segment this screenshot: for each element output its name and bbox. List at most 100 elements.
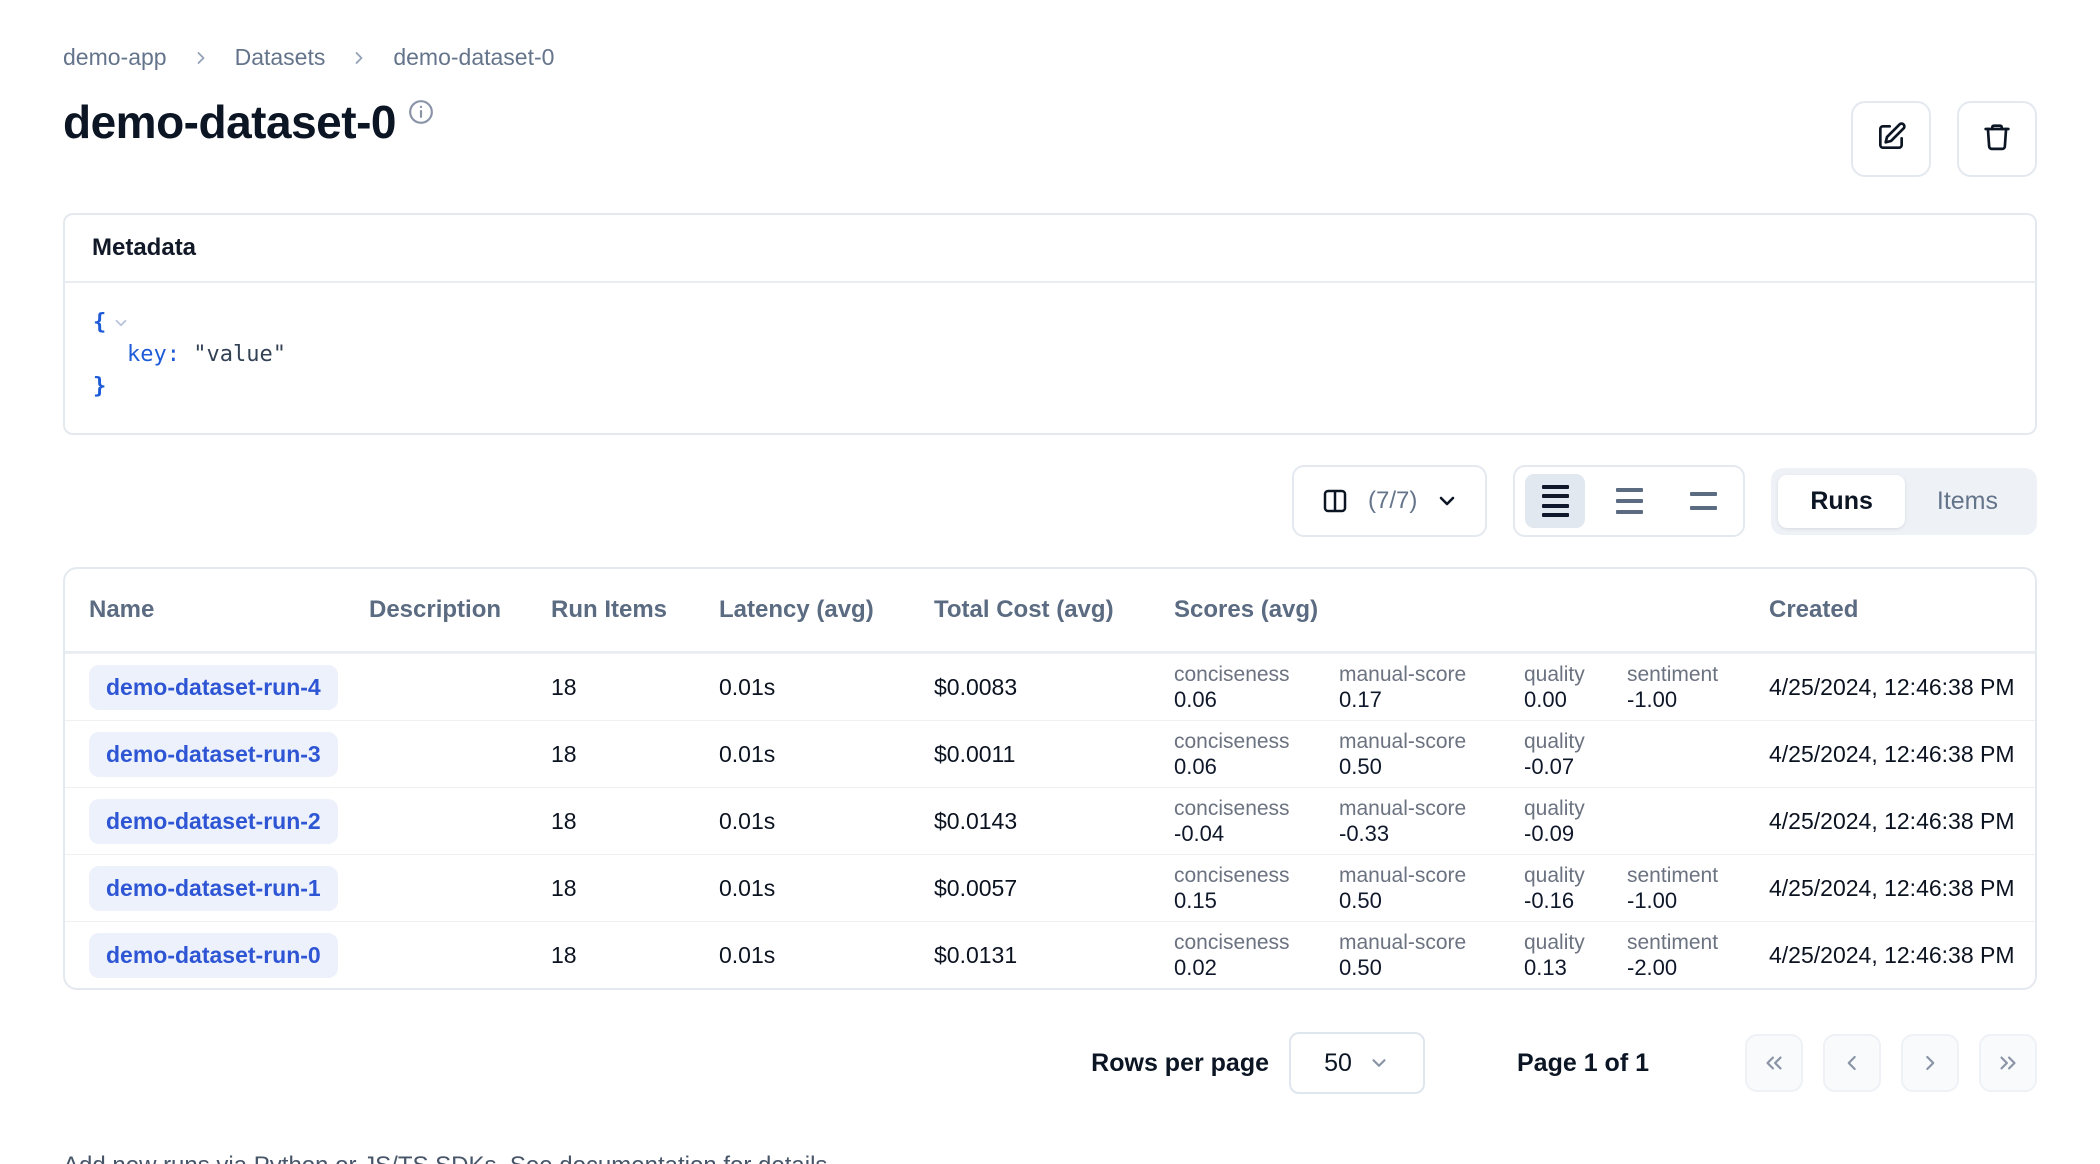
latency-cell: 0.01s xyxy=(719,741,934,768)
scores-cell: conciseness0.15 manual-score0.50 quality… xyxy=(1174,863,1769,914)
title-row: demo-dataset-0 xyxy=(63,97,2037,177)
total-cost-cell: $0.0131 xyxy=(934,942,1174,969)
documentation-link[interactable]: documentation xyxy=(559,1152,716,1164)
breadcrumb-project[interactable]: demo-app xyxy=(63,44,167,71)
table-header-row: Name Description Run Items Latency (avg)… xyxy=(65,569,2035,653)
table-toolbar: (7/7) Runs Items xyxy=(63,465,2037,537)
score-manual-score: manual-score0.50 xyxy=(1339,863,1524,914)
rows-per-page-label: Rows per page xyxy=(1091,1049,1269,1078)
previous-page-button[interactable] xyxy=(1823,1034,1881,1092)
run-link[interactable]: demo-dataset-run-2 xyxy=(89,799,338,844)
scores-cell: conciseness0.02 manual-score0.50 quality… xyxy=(1174,930,1769,981)
latency-cell: 0.01s xyxy=(719,674,934,701)
first-page-button[interactable] xyxy=(1745,1034,1803,1092)
row-height-toggle-group xyxy=(1513,465,1745,537)
sdk-hint-text: Add new runs via Python or JS/TS SDKs. S… xyxy=(63,1152,2037,1164)
rows-per-page-value: 50 xyxy=(1324,1049,1352,1078)
delete-dataset-button[interactable] xyxy=(1957,101,2037,177)
tab-runs[interactable]: Runs xyxy=(1778,475,1905,528)
chevron-right-icon xyxy=(1917,1050,1943,1076)
score-sentiment: sentiment-1.00 xyxy=(1627,863,1769,914)
row-height-medium-button[interactable] xyxy=(1599,474,1659,528)
column-header-created: Created xyxy=(1769,596,2035,624)
table-row: demo-dataset-run-3 18 0.01s $0.0011 conc… xyxy=(65,720,2035,787)
metadata-json-viewer: { key: "value" } xyxy=(65,283,2035,433)
json-open-brace: { xyxy=(93,307,106,339)
metadata-card-title: Metadata xyxy=(65,215,2035,283)
latency-cell: 0.01s xyxy=(719,808,934,835)
trash-icon xyxy=(1981,121,2013,158)
json-key: key: xyxy=(127,339,180,371)
latency-cell: 0.01s xyxy=(719,942,934,969)
score-sentiment: sentiment-2.00 xyxy=(1627,930,1769,981)
column-header-description: Description xyxy=(369,596,551,624)
column-header-scores: Scores (avg) xyxy=(1174,596,1769,624)
score-quality: quality-0.09 xyxy=(1524,796,1627,847)
score-manual-score: manual-score0.50 xyxy=(1339,930,1524,981)
run-items-cell: 18 xyxy=(551,808,719,835)
table-row: demo-dataset-run-4 18 0.01s $0.0083 conc… xyxy=(65,653,2035,720)
chevrons-right-icon xyxy=(1995,1050,2021,1076)
column-header-latency: Latency (avg) xyxy=(719,596,934,624)
rows-per-page-select[interactable]: 50 xyxy=(1289,1032,1425,1094)
info-icon[interactable] xyxy=(408,99,434,130)
created-cell: 4/25/2024, 12:46:38 PM xyxy=(1769,741,2015,767)
score-conciseness: conciseness-0.04 xyxy=(1174,796,1339,847)
run-items-cell: 18 xyxy=(551,875,719,902)
run-link[interactable]: demo-dataset-run-3 xyxy=(89,732,338,777)
score-quality: quality-0.16 xyxy=(1524,863,1627,914)
breadcrumb-datasets[interactable]: Datasets xyxy=(235,44,326,71)
edit-icon xyxy=(1875,121,1907,158)
runs-table: Name Description Run Items Latency (avg)… xyxy=(63,567,2037,990)
metadata-card: Metadata { key: "value" } xyxy=(63,213,2037,435)
chevrons-left-icon xyxy=(1761,1050,1787,1076)
pagination-bar: Rows per page 50 Page 1 of 1 xyxy=(63,1032,2037,1094)
collapse-chevron-icon[interactable] xyxy=(112,314,130,332)
chevron-down-icon xyxy=(1435,489,1459,513)
page-title: demo-dataset-0 xyxy=(63,97,396,148)
column-visibility-button[interactable]: (7/7) xyxy=(1292,465,1487,537)
latency-cell: 0.01s xyxy=(719,875,934,902)
score-manual-score: manual-score-0.33 xyxy=(1339,796,1524,847)
total-cost-cell: $0.0083 xyxy=(934,674,1174,701)
last-page-button[interactable] xyxy=(1979,1034,2037,1092)
breadcrumb-current[interactable]: demo-dataset-0 xyxy=(393,44,554,71)
runs-items-tabs: Runs Items xyxy=(1771,468,2037,535)
score-conciseness: conciseness0.06 xyxy=(1174,662,1339,713)
sdk-hint-before: Add new runs via Python or JS/TS SDKs. S… xyxy=(63,1152,559,1164)
row-height-medium-icon xyxy=(1616,485,1643,517)
chevron-left-icon xyxy=(1839,1050,1865,1076)
run-items-cell: 18 xyxy=(551,942,719,969)
column-header-name: Name xyxy=(65,596,369,624)
score-conciseness: conciseness0.06 xyxy=(1174,729,1339,780)
score-conciseness: conciseness0.15 xyxy=(1174,863,1339,914)
column-header-run-items: Run Items xyxy=(551,596,719,624)
dataset-detail-page: demo-app Datasets demo-dataset-0 demo-da… xyxy=(0,0,2100,1164)
row-height-small-button[interactable] xyxy=(1525,474,1585,528)
run-link[interactable]: demo-dataset-run-1 xyxy=(89,866,338,911)
columns-icon xyxy=(1320,486,1350,516)
score-quality: quality0.00 xyxy=(1524,662,1627,713)
scores-cell: conciseness0.06 manual-score0.50 quality… xyxy=(1174,729,1769,780)
table-row: demo-dataset-run-2 18 0.01s $0.0143 conc… xyxy=(65,787,2035,854)
run-items-cell: 18 xyxy=(551,674,719,701)
score-quality: quality-0.07 xyxy=(1524,729,1627,780)
run-link[interactable]: demo-dataset-run-0 xyxy=(89,933,338,978)
json-close-brace: } xyxy=(93,371,106,403)
scores-cell: conciseness0.06 manual-score0.17 quality… xyxy=(1174,662,1769,713)
row-height-small-icon xyxy=(1542,483,1569,520)
row-height-large-icon xyxy=(1690,487,1717,516)
table-row: demo-dataset-run-1 18 0.01s $0.0057 conc… xyxy=(65,854,2035,921)
created-cell: 4/25/2024, 12:46:38 PM xyxy=(1769,942,2015,968)
score-manual-score: manual-score0.50 xyxy=(1339,729,1524,780)
row-height-large-button[interactable] xyxy=(1673,474,1733,528)
table-row: demo-dataset-run-0 18 0.01s $0.0131 conc… xyxy=(65,921,2035,988)
tab-items[interactable]: Items xyxy=(1905,475,2030,528)
chevron-right-icon xyxy=(349,48,369,68)
breadcrumb: demo-app Datasets demo-dataset-0 xyxy=(63,44,2037,71)
created-cell: 4/25/2024, 12:46:38 PM xyxy=(1769,808,2015,834)
score-sentiment: sentiment-1.00 xyxy=(1627,662,1769,713)
edit-dataset-button[interactable] xyxy=(1851,101,1931,177)
run-link[interactable]: demo-dataset-run-4 xyxy=(89,665,338,710)
next-page-button[interactable] xyxy=(1901,1034,1959,1092)
